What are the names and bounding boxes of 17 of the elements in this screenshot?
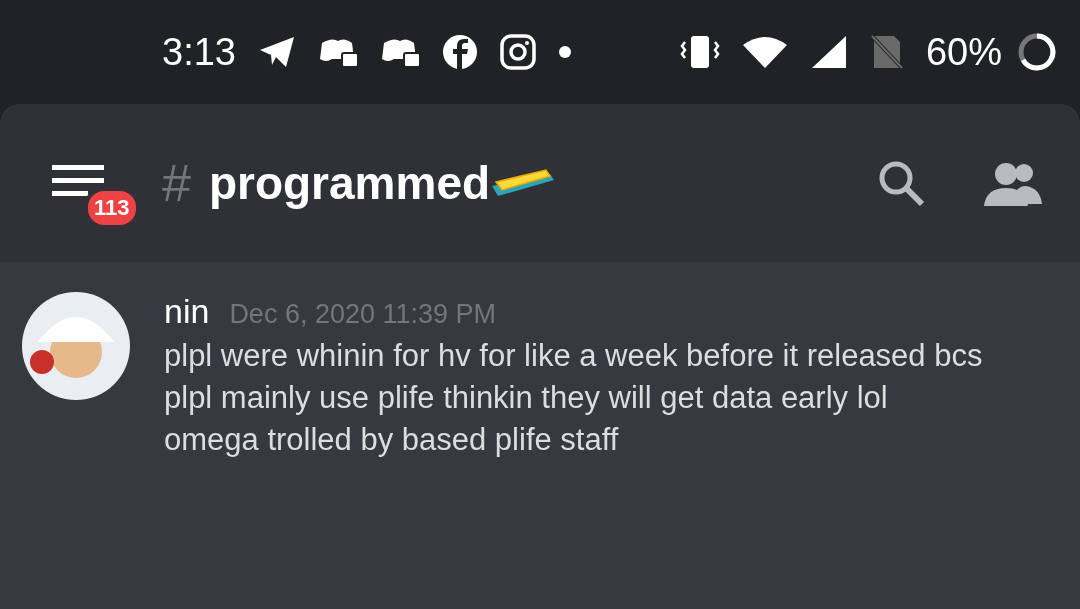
wifi-icon <box>741 35 788 69</box>
dot-icon <box>557 45 572 59</box>
message-text: omega trolled by based plife staff <box>164 421 620 459</box>
facebook-icon <box>441 34 478 70</box>
avatar[interactable] <box>22 292 130 400</box>
channel-hash: # <box>162 153 191 213</box>
author-name[interactable]: nin <box>164 292 210 331</box>
no-sim-icon <box>869 34 904 70</box>
battery-percent: 60% <box>925 30 1002 74</box>
members-icon[interactable] <box>984 160 1042 206</box>
vibrate-icon <box>679 34 720 70</box>
message-timestamp: Dec 6, 2020 11:39 PM <box>229 299 497 330</box>
menu-icon[interactable] <box>52 163 104 199</box>
status-time: 3:13 <box>162 30 236 74</box>
channel-name: programmed <box>208 156 491 210</box>
camera-icon <box>499 34 536 70</box>
battery-ring-icon <box>1016 31 1058 73</box>
